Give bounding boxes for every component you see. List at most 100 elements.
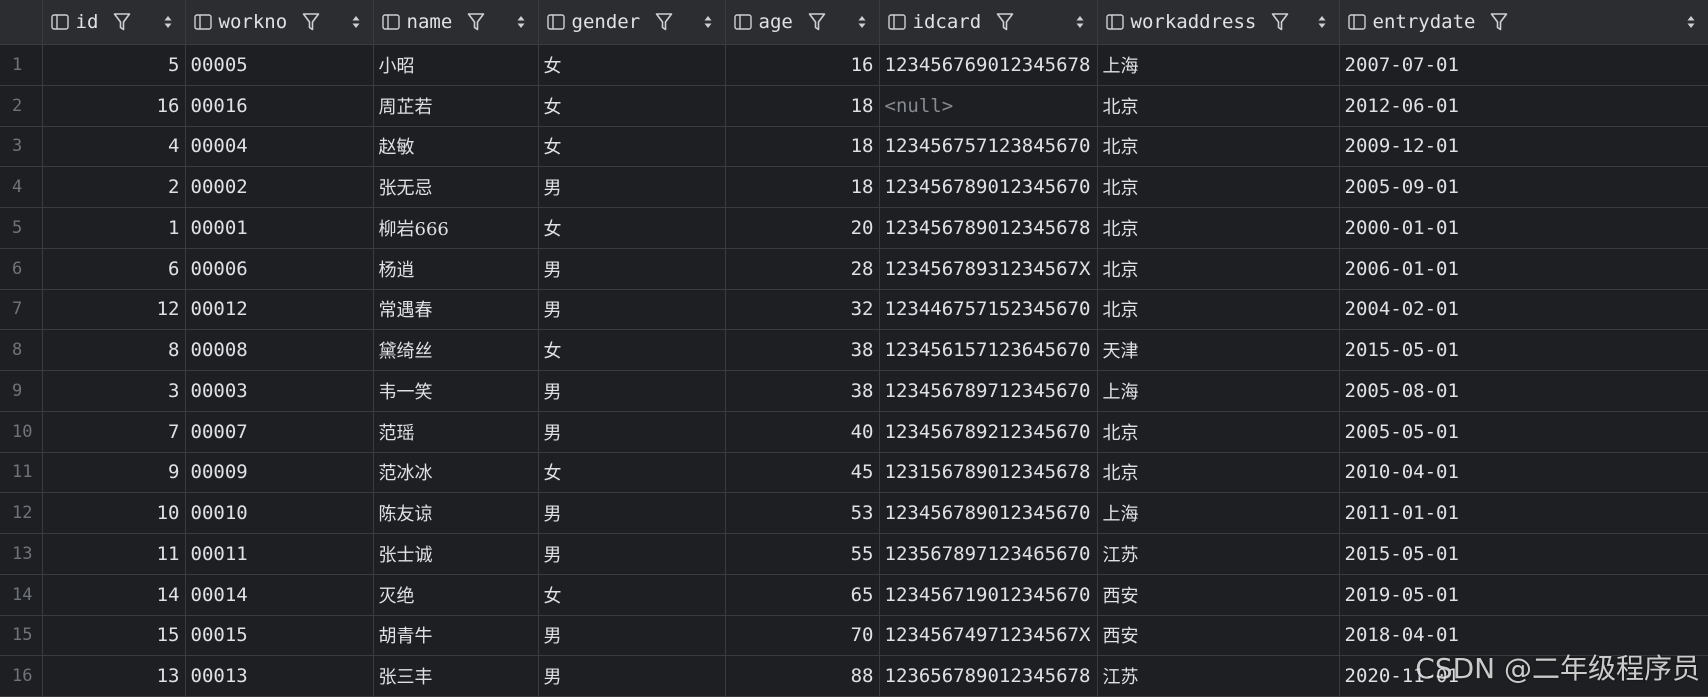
row-number[interactable]: 1 (0, 44, 43, 86)
table-row[interactable]: 5 1 00001 柳岩666 女 20 123456789012345678 北京 2000-… (0, 207, 1708, 249)
cell-idcard[interactable]: 123456789012345678 (879, 207, 1098, 249)
cell-age[interactable]: 38 (725, 329, 880, 371)
cell-age[interactable]: 38 (725, 370, 880, 412)
cell-workaddress[interactable]: 北京 (1097, 452, 1340, 494)
cell-id[interactable]: 2 (42, 166, 186, 208)
cell-workno[interactable]: 00016 (185, 85, 374, 127)
cell-workno[interactable]: 00003 (185, 370, 374, 412)
cell-workno[interactable]: 00009 (185, 452, 374, 494)
cell-age[interactable]: 32 (725, 289, 880, 331)
cell-id[interactable]: 15 (42, 615, 186, 657)
cell-id[interactable]: 13 (42, 655, 186, 697)
cell-name[interactable]: 周芷若 (373, 85, 539, 127)
row-number[interactable]: 14 (0, 574, 43, 616)
cell-age[interactable]: 18 (725, 166, 880, 208)
cell-gender[interactable]: 女 (538, 126, 726, 168)
cell-idcard[interactable]: 123456789012345670 (879, 166, 1098, 208)
cell-workaddress[interactable]: 上海 (1097, 44, 1340, 86)
cell-workaddress[interactable]: 北京 (1097, 166, 1340, 208)
cell-idcard[interactable]: 123656789012345678 (879, 655, 1098, 697)
cell-workno[interactable]: 00007 (185, 411, 374, 453)
cell-entrydate[interactable]: 2018-04-01 (1339, 615, 1708, 657)
table-row[interactable]: 3 4 00004 赵敏女 18 123456757123845670 北京 2009-12-… (0, 126, 1708, 168)
cell-gender[interactable]: 女 (538, 85, 726, 127)
cell-workno[interactable]: 00014 (185, 574, 374, 616)
row-number[interactable]: 12 (0, 492, 43, 534)
cell-entrydate[interactable]: 2011-01-01 (1339, 492, 1708, 534)
filter-icon[interactable] (112, 11, 132, 33)
cell-workno[interactable]: 00006 (185, 248, 374, 290)
row-number[interactable]: 5 (0, 207, 43, 249)
cell-workaddress[interactable]: 上海 (1097, 370, 1340, 412)
cell-age[interactable]: 65 (725, 574, 880, 616)
table-row[interactable]: 14 14 00014 灭绝女 65 123456719012345670 西安 2019-0… (0, 574, 1708, 616)
cell-workaddress[interactable]: 江苏 (1097, 533, 1340, 575)
cell-id[interactable]: 9 (42, 452, 186, 494)
cell-workaddress[interactable]: 北京 (1097, 207, 1340, 249)
cell-workno[interactable]: 00002 (185, 166, 374, 208)
cell-workaddress[interactable]: 天津 (1097, 329, 1340, 371)
cell-age[interactable]: 55 (725, 533, 880, 575)
cell-idcard[interactable]: 123156789012345678 (879, 452, 1098, 494)
cell-age[interactable]: 53 (725, 492, 880, 534)
sort-icon[interactable] (350, 13, 362, 31)
table-row[interactable]: 4 2 00002 张无忌男 18 123456789012345670 北京 2005-09… (0, 166, 1708, 208)
row-number[interactable]: 8 (0, 329, 43, 371)
cell-gender[interactable]: 男 (538, 166, 726, 208)
table-row[interactable]: 9 3 00003 韦一笑男 38 123456789712345670 上海 2005-08… (0, 370, 1708, 412)
cell-entrydate[interactable]: 2005-05-01 (1339, 411, 1708, 453)
cell-workno[interactable]: 00015 (185, 615, 374, 657)
cell-entrydate[interactable]: 2005-09-01 (1339, 166, 1708, 208)
cell-name[interactable]: 张三丰 (373, 655, 539, 697)
cell-age[interactable]: 18 (725, 85, 880, 127)
cell-workno[interactable]: 00013 (185, 655, 374, 697)
cell-workaddress[interactable]: 北京 (1097, 126, 1340, 168)
column-header-idcard[interactable]: idcard (879, 0, 1098, 45)
cell-age[interactable]: 28 (725, 248, 880, 290)
cell-gender[interactable]: 女 (538, 207, 726, 249)
row-number[interactable]: 3 (0, 126, 43, 168)
cell-entrydate[interactable]: 2009-12-01 (1339, 126, 1708, 168)
cell-id[interactable]: 1 (42, 207, 186, 249)
cell-entrydate[interactable]: 2019-05-01 (1339, 574, 1708, 616)
cell-id[interactable]: 3 (42, 370, 186, 412)
cell-age[interactable]: 20 (725, 207, 880, 249)
table-row[interactable]: 2 16 00016 周芷若女 18 <null> 北京 2012-06-01 (0, 85, 1708, 127)
cell-name[interactable]: 韦一笑 (373, 370, 539, 412)
cell-workaddress[interactable]: 北京 (1097, 248, 1340, 290)
cell-id[interactable]: 11 (42, 533, 186, 575)
row-number[interactable]: 11 (0, 452, 43, 494)
filter-icon[interactable] (301, 11, 321, 33)
table-row[interactable]: 8 8 00008 黛绮丝女 38 123456157123645670 天津 2015-05… (0, 329, 1708, 371)
cell-name[interactable]: 杨逍 (373, 248, 539, 290)
cell-gender[interactable]: 女 (538, 44, 726, 86)
cell-workaddress[interactable]: 北京 (1097, 85, 1340, 127)
row-number[interactable]: 13 (0, 533, 43, 575)
column-header-workno[interactable]: workno (185, 0, 374, 45)
filter-icon[interactable] (995, 11, 1015, 33)
cell-gender[interactable]: 男 (538, 289, 726, 331)
column-header-id[interactable]: id (42, 0, 186, 45)
cell-id[interactable]: 4 (42, 126, 186, 168)
cell-gender[interactable]: 女 (538, 329, 726, 371)
cell-idcard[interactable]: 123456789712345670 (879, 370, 1098, 412)
cell-gender[interactable]: 男 (538, 655, 726, 697)
cell-name[interactable]: 陈友谅 (373, 492, 539, 534)
table-row[interactable]: 11 9 00009 范冰冰女 45 123156789012345678 北京 2010-0… (0, 452, 1708, 494)
cell-workno[interactable]: 00012 (185, 289, 374, 331)
cell-entrydate[interactable]: 2020-11-01 (1339, 655, 1708, 697)
cell-age[interactable]: 88 (725, 655, 880, 697)
cell-idcard[interactable]: 123567897123465670 (879, 533, 1098, 575)
cell-idcard[interactable]: 12345678931234567X (879, 248, 1098, 290)
cell-age[interactable]: 16 (725, 44, 880, 86)
column-header-name[interactable]: name (373, 0, 539, 45)
cell-workaddress[interactable]: 西安 (1097, 615, 1340, 657)
cell-name[interactable]: 灭绝 (373, 574, 539, 616)
table-row[interactable]: 15 15 00015 胡青牛男 70 12345674971234567X 西安 2018-… (0, 615, 1708, 657)
cell-workno[interactable]: 00011 (185, 533, 374, 575)
cell-age[interactable]: 45 (725, 452, 880, 494)
cell-idcard[interactable]: 123456789012345670 (879, 492, 1098, 534)
cell-workno[interactable]: 00004 (185, 126, 374, 168)
cell-workaddress[interactable]: 西安 (1097, 574, 1340, 616)
cell-name[interactable]: 黛绮丝 (373, 329, 539, 371)
